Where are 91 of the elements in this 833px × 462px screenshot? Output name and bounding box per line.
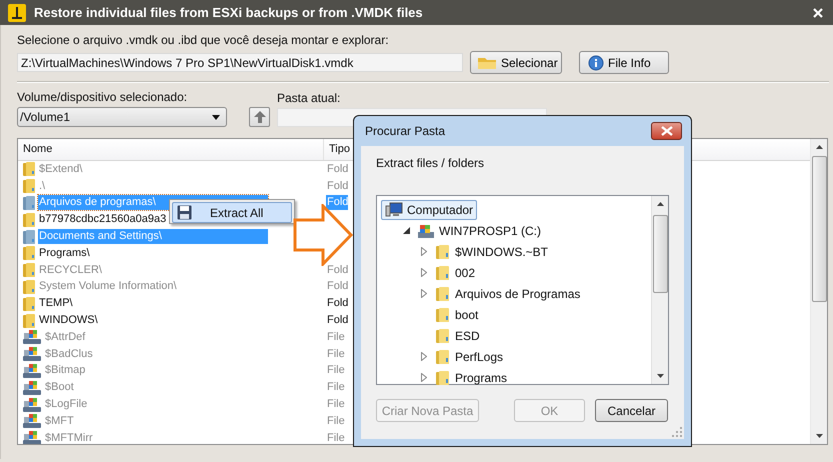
volume-dropdown[interactable]: /Volume1 — [17, 107, 227, 127]
table-cell: Fold — [326, 313, 348, 328]
up-button[interactable] — [249, 107, 270, 127]
folder-icon — [22, 262, 36, 278]
tree-item[interactable]: Programs — [431, 368, 512, 388]
column-header[interactable]: Nome — [18, 139, 324, 160]
close-button[interactable] — [651, 122, 682, 140]
folder-icon — [435, 348, 451, 364]
collapsed-icon[interactable] — [421, 352, 427, 361]
tree-item[interactable]: ESD — [431, 326, 484, 346]
table-cell: File — [326, 430, 345, 444]
resize-grip-icon — [672, 427, 682, 437]
table-cell: File — [326, 414, 345, 429]
drive-icon — [22, 329, 42, 346]
arrow-icon — [293, 204, 353, 266]
tree-item[interactable]: boot — [431, 304, 482, 324]
folder-icon — [435, 370, 451, 386]
drive-icon — [22, 362, 42, 379]
table-cell: File — [326, 397, 345, 412]
folder-icon — [22, 161, 36, 178]
drive-icon — [22, 396, 42, 413]
path-field[interactable]: Z:\VirtualMachines\Windows 7 Pro SP1\NewVirtualDisk1.vmdk — [17, 53, 463, 72]
tree-item[interactable]: PerfLogs — [431, 346, 508, 366]
close-icon — [660, 126, 674, 136]
folder-icon — [435, 286, 451, 302]
folder-icon — [435, 306, 451, 322]
folder-icon — [435, 244, 451, 260]
drive-icon — [22, 380, 42, 396]
tree-item[interactable]: WIN7PROSP1 (C:) — [413, 220, 546, 240]
table-cell[interactable]: b77978cdbc21560a0a9a3 — [38, 212, 168, 228]
scroll-down-icon — [816, 434, 822, 438]
scroll-down-icon — [656, 374, 664, 378]
scrollbar[interactable] — [810, 139, 827, 444]
table-cell: File — [326, 346, 345, 362]
close-icon[interactable] — [812, 6, 824, 18]
collapsed-icon[interactable] — [421, 289, 427, 298]
folder-icon — [477, 56, 497, 70]
tree-item[interactable]: 002 — [431, 262, 480, 282]
scrollbar-thumb[interactable] — [652, 215, 668, 293]
folder-icon — [22, 312, 36, 329]
info-icon — [588, 54, 604, 70]
folder-icon — [22, 178, 36, 194]
scroll-up-icon — [816, 145, 822, 149]
collapsed-icon[interactable] — [421, 268, 427, 277]
drive-icon — [22, 346, 42, 362]
instruction-text: Extract files / folders — [376, 156, 486, 171]
dialog-button[interactable]: Cancelar — [595, 399, 668, 422]
table-cell: Fold — [326, 279, 348, 294]
scrollbar-thumb[interactable] — [812, 156, 826, 302]
scroll-up-icon — [656, 202, 664, 206]
folder-icon — [22, 212, 36, 228]
file-info-button[interactable]: File Info — [579, 51, 669, 74]
table-cell: File — [326, 380, 345, 396]
scrollbar[interactable] — [651, 196, 668, 384]
select-button[interactable]: Selecionar — [470, 51, 562, 74]
folder-icon — [22, 228, 36, 245]
tree-item[interactable]: $WINDOWS.~BT — [431, 242, 552, 262]
expanded-icon[interactable] — [402, 227, 410, 234]
table-cell: Fold — [326, 178, 348, 194]
app-logo-icon — [8, 4, 26, 22]
folder-icon — [22, 194, 36, 211]
drive-icon — [417, 222, 435, 238]
folder-icon — [435, 328, 451, 344]
dropdown-caret-icon — [212, 114, 220, 120]
table-cell: File — [326, 363, 345, 378]
field-label: Pasta atual: — [277, 91, 342, 106]
field-label: Volume/dispositivo selecionado: — [17, 90, 188, 105]
collapsed-icon[interactable] — [421, 373, 427, 382]
dialog-title: Procurar Pasta — [364, 124, 446, 138]
folder-icon — [22, 278, 36, 295]
up-arrow-icon — [252, 110, 266, 124]
tree-item[interactable]: Computador — [381, 200, 478, 220]
table-cell: Fold — [326, 262, 348, 278]
table-cell: Fold — [326, 195, 348, 210]
window-title: Restore individual files from ESXi backups or from .VMDK files — [34, 5, 424, 20]
folder-icon — [22, 245, 36, 262]
table-cell[interactable]: TEMP\ — [38, 296, 74, 312]
table-cell[interactable]: Programs\ — [38, 246, 91, 261]
menu-item[interactable]: Extract All — [172, 202, 292, 223]
drive-icon — [22, 430, 42, 444]
drive-icon — [22, 413, 42, 430]
collapsed-icon[interactable] — [421, 247, 427, 256]
table-cell: Fold — [326, 162, 348, 177]
field-label: Selecione o arquivo .vmdk ou .ibd que você deseja montar e explorar: — [17, 33, 390, 48]
folder-icon — [22, 296, 36, 312]
table-cell: Fold — [326, 296, 348, 312]
folder-icon — [435, 264, 451, 280]
computer-icon — [385, 202, 403, 218]
table-cell[interactable]: WINDOWS\ — [38, 313, 99, 328]
tree-item[interactable]: Arquivos de Programas — [431, 284, 584, 304]
table-cell: File — [326, 330, 345, 345]
